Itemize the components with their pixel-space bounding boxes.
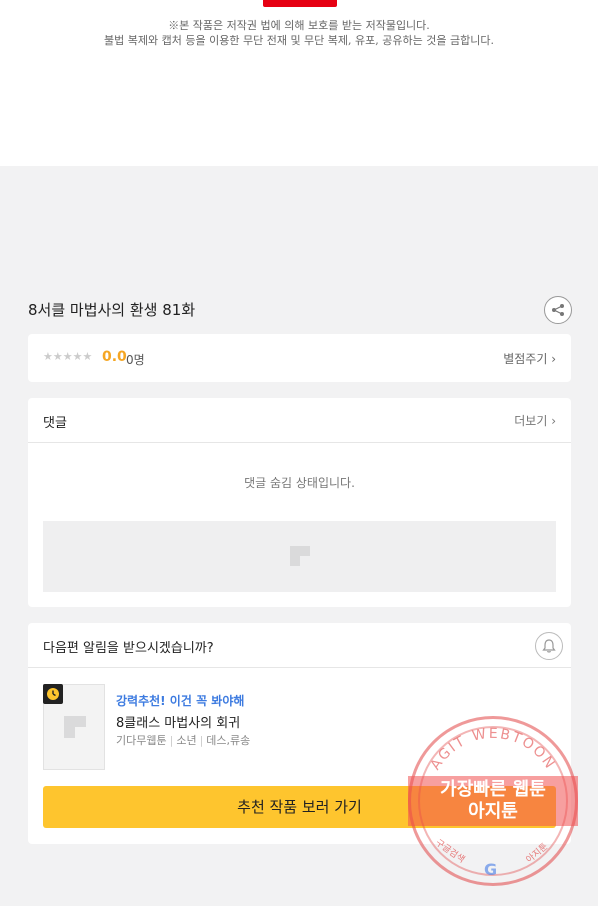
google-icon: G	[484, 860, 498, 879]
rating-card: ★★★★★ 0.0 0명 별점주기 ›	[28, 334, 571, 382]
comment-hidden-message: 댓글 숨김 상태입니다.	[244, 476, 355, 490]
recommend-meta: 기다무웹툰 | 소년 | 데스,류송	[116, 734, 251, 747]
copyright-line-2: 불법 복제와 캡처 등을 이용한 무단 전재 및 무단 복제, 유포, 공유하는…	[104, 34, 494, 47]
rating-score: 0.0	[102, 349, 127, 365]
share-icon	[552, 304, 564, 316]
copyright-line-1: ※본 작품은 저작권 법에 의해 보호를 받는 저작물입니다.	[168, 19, 430, 32]
next-episode-header: 다음편 알림을 받으시겠습니까?	[28, 623, 571, 668]
recommend-title[interactable]: 8클래스 마법사의 회귀	[116, 712, 240, 731]
publisher-logo	[263, 0, 337, 7]
comment-more-link[interactable]: 더보기 ›	[514, 412, 556, 429]
rating-count: 0명	[126, 353, 145, 367]
image-placeholder-icon	[290, 546, 310, 566]
ad-placeholder[interactable]	[43, 521, 556, 592]
notify-question: 다음편 알림을 받으시겠습니까?	[43, 641, 214, 656]
rate-button[interactable]: 별점주기 ›	[503, 350, 556, 367]
svg-text:AGIT WEBTOON: AGIT WEBTOON	[428, 726, 559, 773]
watermark-arc-text: AGIT WEBTOON	[428, 726, 557, 773]
watermark-band-line-1: 가장빠른 웹툰	[440, 779, 546, 800]
comment-card: 댓글 더보기 › 댓글 숨김 상태입니다.	[28, 398, 571, 607]
recommend-meta-author: 데스,류송	[206, 734, 251, 747]
bell-icon	[542, 639, 556, 653]
comment-header: 댓글 더보기 ›	[28, 398, 571, 443]
recommend-tag: 강력추천! 이건 꼭 봐야해	[116, 694, 245, 708]
copyright-notice: ※본 작품은 저작권 법에 의해 보호를 받는 저작물입니다. 불법 복제와 캡…	[0, 18, 598, 48]
share-button[interactable]	[544, 296, 572, 324]
site-watermark: AGIT WEBTOON 가장빠른 웹툰 아지툰 구글검색 G 아지툰	[408, 716, 578, 886]
star-rating-icon[interactable]: ★★★★★	[43, 350, 92, 363]
clock-icon	[43, 684, 63, 704]
watermark-band: 가장빠른 웹툰 아지툰	[408, 776, 578, 826]
recommend-meta-type: 기다무웹툰	[116, 734, 167, 747]
comment-title: 댓글	[43, 416, 67, 431]
watermark-band-line-2: 아지툰	[468, 801, 518, 822]
notify-bell-button[interactable]	[535, 632, 563, 660]
episode-title: 8서클 마법사의 환생 81화	[28, 301, 196, 319]
image-placeholder-icon	[64, 716, 86, 738]
recommend-meta-genre: 소년	[176, 734, 197, 747]
